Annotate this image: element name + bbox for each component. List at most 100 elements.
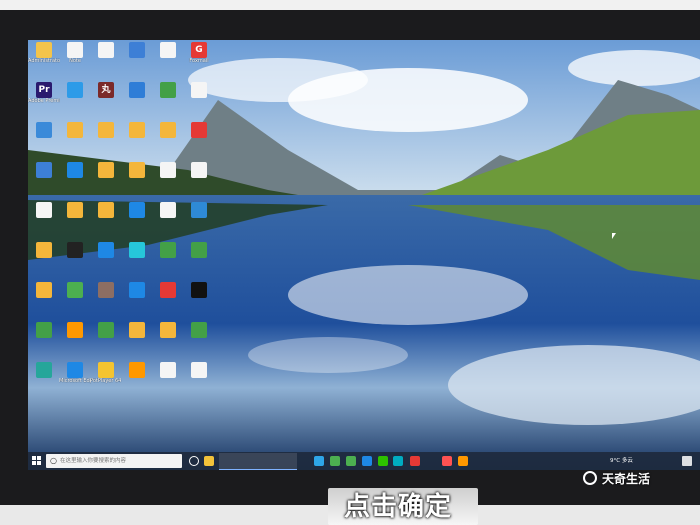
desktop-icon[interactable] <box>59 322 91 338</box>
desktop-icon-label: Microsoft Edge <box>59 378 91 384</box>
search-input[interactable] <box>60 455 178 466</box>
taskbar: ○ 9°C 多云 <box>28 452 700 470</box>
desktop-screen: Administrator Note GFoxmail PrAdobe Premier… <box>28 40 700 470</box>
desktop-icon[interactable] <box>152 202 184 218</box>
app-icon <box>67 162 83 178</box>
desktop-icon[interactable] <box>121 82 153 98</box>
app-icon <box>191 242 207 258</box>
desktop-icon[interactable] <box>152 362 184 378</box>
desktop-icon[interactable] <box>152 122 184 138</box>
desktop-icon[interactable]: Microsoft Edge <box>59 362 91 384</box>
app-icon <box>98 242 114 258</box>
app-icon <box>36 362 52 378</box>
app-icon <box>160 82 176 98</box>
app-green-icon[interactable] <box>346 456 356 466</box>
desktop-icon[interactable]: Note <box>59 42 91 64</box>
app-icon <box>129 282 145 298</box>
desktop-icon[interactable] <box>59 202 91 218</box>
desktop-icon[interactable] <box>59 282 91 298</box>
explorer-icon[interactable] <box>204 456 214 466</box>
app-icon: G <box>191 42 207 58</box>
desktop-icon[interactable] <box>59 82 91 98</box>
app-icon <box>36 202 52 218</box>
desktop-icon[interactable] <box>183 202 215 218</box>
desktop-icon[interactable] <box>121 362 153 378</box>
app-icon <box>67 362 83 378</box>
frame-top-strip <box>0 0 700 10</box>
desktop-icon[interactable] <box>28 362 60 378</box>
desktop-icon[interactable] <box>183 282 215 298</box>
desktop-icon[interactable] <box>183 82 215 98</box>
start-button-icon[interactable] <box>32 456 42 466</box>
desktop-icon[interactable] <box>183 322 215 338</box>
notification-icon[interactable] <box>682 456 692 466</box>
desktop-icon[interactable] <box>121 282 153 298</box>
app-icon <box>191 202 207 218</box>
desktop-icon[interactable] <box>28 242 60 258</box>
app-icon <box>67 82 83 98</box>
chrome-icon[interactable] <box>330 456 340 466</box>
desktop-icon[interactable] <box>59 162 91 178</box>
desktop-icon[interactable] <box>121 322 153 338</box>
desktop-icon[interactable] <box>28 282 60 298</box>
desktop-icon[interactable] <box>183 162 215 178</box>
desktop-icon[interactable] <box>152 282 184 298</box>
desktop-icon[interactable] <box>152 162 184 178</box>
app-teal-icon[interactable] <box>393 456 403 466</box>
desktop-icon[interactable] <box>90 282 122 298</box>
wechat-icon[interactable] <box>378 456 388 466</box>
desktop-icon[interactable]: PotPlayer 64 bit <box>90 362 122 384</box>
app-icon <box>160 202 176 218</box>
desktop-icon[interactable] <box>152 42 184 58</box>
app-icon <box>98 42 114 58</box>
app-icon <box>98 122 114 138</box>
app-icon <box>191 362 207 378</box>
desktop-icon[interactable] <box>183 122 215 138</box>
desktop-icon[interactable] <box>183 362 215 378</box>
desktop-icon[interactable] <box>59 122 91 138</box>
task-view-icon[interactable] <box>189 456 199 466</box>
app-orange-icon[interactable] <box>458 456 468 466</box>
weather-status[interactable]: 9°C 多云 <box>610 456 633 464</box>
desktop-icon[interactable] <box>28 162 60 178</box>
app-blue-icon[interactable] <box>362 456 372 466</box>
wps-icon[interactable] <box>442 456 452 466</box>
desktop-icon[interactable] <box>59 242 91 258</box>
desktop-icon[interactable]: Administrator <box>28 42 60 64</box>
desktop-icon[interactable] <box>121 122 153 138</box>
desktop-icon[interactable] <box>28 202 60 218</box>
desktop-icon[interactable] <box>121 242 153 258</box>
desktop-icon[interactable] <box>90 122 122 138</box>
desktop-icon[interactable] <box>121 162 153 178</box>
desktop-icon[interactable] <box>121 42 153 58</box>
app-icon <box>191 282 207 298</box>
active-taskbar-app[interactable] <box>219 453 297 470</box>
desktop-icon[interactable] <box>28 122 60 138</box>
app-icon <box>36 162 52 178</box>
desktop-icon[interactable] <box>183 242 215 258</box>
desktop-icon[interactable] <box>90 42 122 58</box>
desktop-icon[interactable] <box>90 202 122 218</box>
desktop-icon[interactable] <box>28 322 60 338</box>
desktop-icon[interactable] <box>90 162 122 178</box>
desktop-icon[interactable]: G Foxmail <box>183 42 215 64</box>
taskbar-search-box[interactable]: ○ <box>46 454 182 468</box>
desktop-icon[interactable] <box>152 322 184 338</box>
desktop-icon[interactable] <box>90 242 122 258</box>
app-icon <box>98 162 114 178</box>
app-red-icon[interactable] <box>410 456 420 466</box>
desktop-icon[interactable]: 丸 <box>90 82 122 98</box>
edge-icon[interactable] <box>314 456 324 466</box>
desktop-icon[interactable]: PrAdobe Premiere... <box>28 82 60 104</box>
app-icon <box>129 82 145 98</box>
desktop-icon[interactable] <box>152 242 184 258</box>
desktop-icon[interactable] <box>152 82 184 98</box>
desktop-icon[interactable] <box>90 322 122 338</box>
app-icon <box>191 162 207 178</box>
app-icon <box>67 282 83 298</box>
app-icon <box>160 322 176 338</box>
app-icon <box>36 242 52 258</box>
desktop-icon[interactable] <box>121 202 153 218</box>
app-icon: 丸 <box>98 82 114 98</box>
app-icon <box>36 282 52 298</box>
